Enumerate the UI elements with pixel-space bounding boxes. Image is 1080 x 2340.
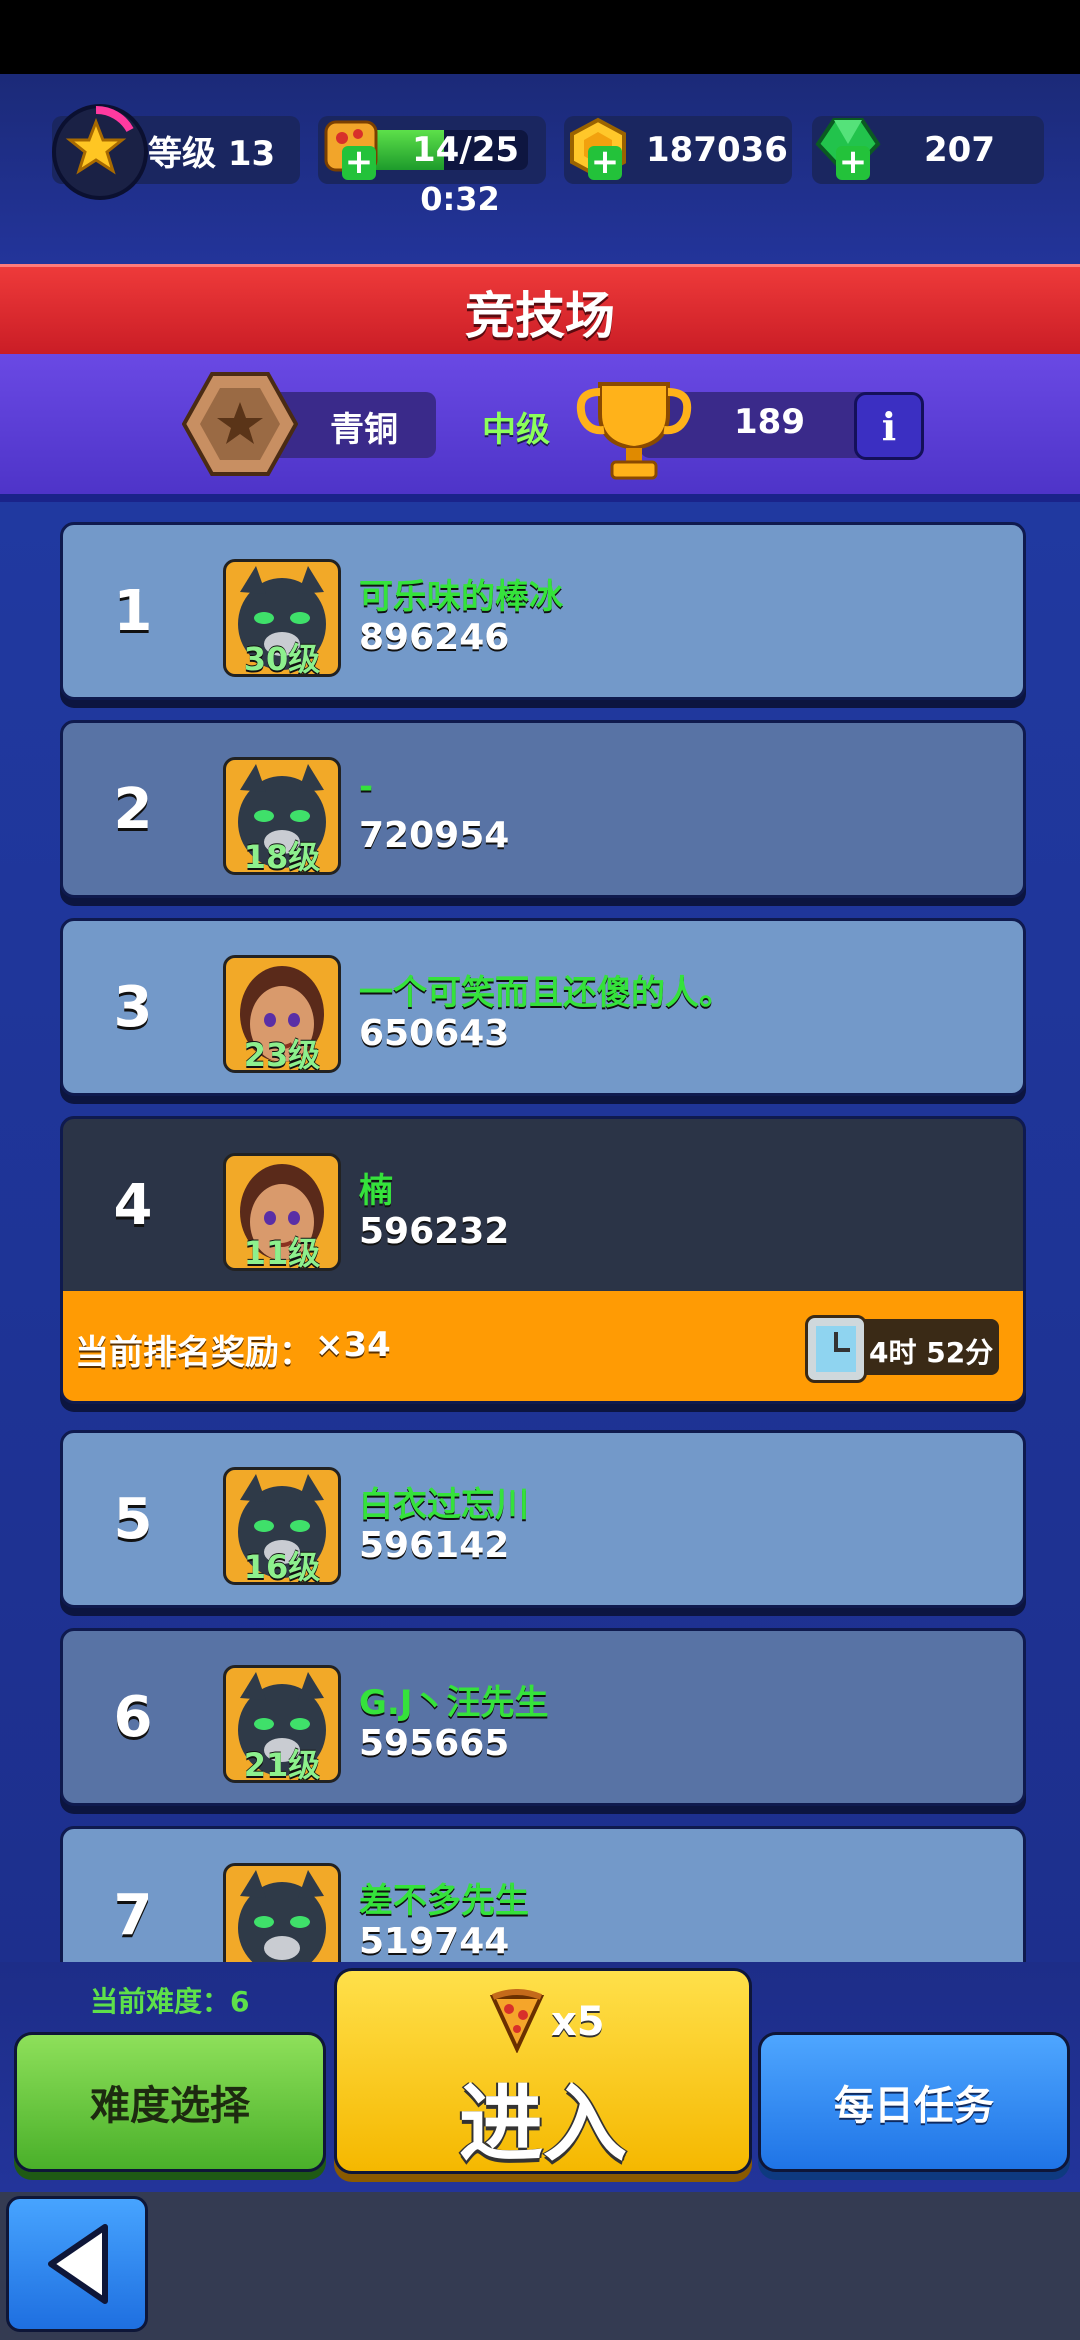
leaderboard-row[interactable]: 5 16级 白衣过忘川 596142 [60, 1430, 1026, 1608]
woman-avatar: 11级 [223, 1153, 341, 1271]
rank-number: 6 [113, 1684, 153, 1750]
player-score: 596142 [359, 1525, 510, 1566]
back-button[interactable] [6, 2196, 148, 2332]
daily-tasks-button[interactable]: 每日任务 [758, 2032, 1070, 2172]
player-level: 21级 [243, 1746, 321, 1783]
enter-label: 进入 [458, 2075, 627, 2173]
rank-number: 3 [113, 974, 153, 1040]
leaderboard-row[interactable]: 7 差不多先生 519744 [60, 1826, 1026, 1962]
panther-avatar: 18级 [223, 757, 341, 875]
player-score: 896246 [359, 617, 510, 658]
leaderboard-row[interactable]: 6 21级 G.J丶汪先生 595665 [60, 1628, 1026, 1806]
enter-cost: x5 [551, 1999, 605, 2045]
tier-label: 青铜 [330, 410, 398, 450]
player-score: 595665 [359, 1723, 510, 1764]
pizza-icon [489, 1989, 545, 2054]
panther-avatar: 16级 [223, 1467, 341, 1585]
player-name: 差不多先生 [359, 1881, 529, 1921]
rank-number: 5 [113, 1486, 153, 1552]
leaderboard-list[interactable]: 1 30级 可乐味的棒冰 896246 2 18级 - 720954 3 23级… [0, 502, 1080, 1962]
player-level: 16级 [243, 1548, 321, 1585]
player-score: 650643 [359, 1013, 510, 1054]
system-status-bar [0, 0, 1080, 74]
current-difficulty: 当前难度：6 [90, 1985, 250, 2018]
coins-plus-icon[interactable]: + [588, 145, 622, 180]
trophy-count: 189 [734, 402, 805, 442]
star-icon [52, 104, 148, 200]
energy-timer: 0:32 [420, 180, 500, 218]
reward-amount: ×34 [315, 1325, 391, 1365]
player-level: 18级 [243, 838, 321, 875]
level-text: 等级 13 [148, 133, 276, 174]
trophy-icon [572, 374, 696, 484]
leaderboard-row[interactable]: 1 30级 可乐味的棒冰 896246 [60, 522, 1026, 700]
bottom-nav-bar [0, 2192, 1080, 2340]
division-label: 中级 [482, 410, 550, 450]
clock-icon [805, 1315, 867, 1383]
player-score: 596232 [359, 1211, 510, 1252]
player-level: 30级 [243, 640, 321, 677]
player-name: 可乐味的棒冰 [359, 577, 563, 617]
daily-tasks-label: 每日任务 [834, 2083, 994, 2129]
rank-number: 2 [113, 776, 153, 842]
panther-avatar [223, 1863, 341, 1962]
back-arrow-icon [48, 2224, 108, 2304]
player-score: 519744 [359, 1921, 510, 1962]
reward-time-left: 4时 52分 [869, 1336, 994, 1369]
player-score: 720954 [359, 815, 510, 856]
rank-number: 1 [113, 578, 153, 644]
leaderboard-row-current-player[interactable]: 4 11级 楠 596232 [60, 1116, 1026, 1294]
player-name: - [359, 767, 374, 807]
leaderboard-row[interactable]: 3 23级 一个可笑而且还傻的人。 650643 [60, 918, 1026, 1096]
energy-text: 14/25 [412, 130, 520, 170]
player-level: 23级 [243, 1036, 321, 1073]
panther-avatar: 21级 [223, 1665, 341, 1783]
page-title: 竞技场 [465, 287, 615, 345]
player-name: G.J丶汪先生 [359, 1683, 549, 1723]
coins-text: 187036 [646, 130, 788, 170]
player-level: 11级 [243, 1234, 321, 1271]
leaderboard-row[interactable]: 2 18级 - 720954 [60, 720, 1026, 898]
player-name: 楠 [359, 1171, 393, 1211]
energy-plus-icon[interactable]: + [342, 145, 376, 180]
bottom-action-bar: 当前难度：6 难度选择 x5 进入 每日任务 [0, 1962, 1080, 2192]
enter-button[interactable]: x5 进入 [334, 1968, 752, 2174]
player-name: 白衣过忘川 [359, 1485, 529, 1525]
arena-title-banner: 竞技场 [0, 264, 1080, 360]
panther-avatar: 30级 [223, 559, 341, 677]
gems-text: 207 [924, 130, 995, 170]
woman-avatar: 23级 [223, 955, 341, 1073]
difficulty-select-button[interactable]: 难度选择 [14, 2032, 326, 2172]
bronze-badge-icon [181, 370, 299, 478]
rank-number: 7 [113, 1882, 153, 1948]
difficulty-select-label: 难度选择 [90, 2083, 250, 2129]
rank-summary-bar: 青铜 中级 189 i [0, 354, 1080, 502]
player-name: 一个可笑而且还傻的人。 [359, 973, 733, 1013]
rank-number: 4 [113, 1172, 153, 1238]
reward-label: 当前排名奖励： [75, 1333, 313, 1373]
rank-reward-bar: 当前排名奖励： ×34 4时 52分 [60, 1291, 1026, 1404]
info-icon: i [881, 403, 897, 449]
info-button[interactable]: i [854, 392, 924, 460]
gems-plus-icon[interactable]: + [836, 145, 870, 180]
